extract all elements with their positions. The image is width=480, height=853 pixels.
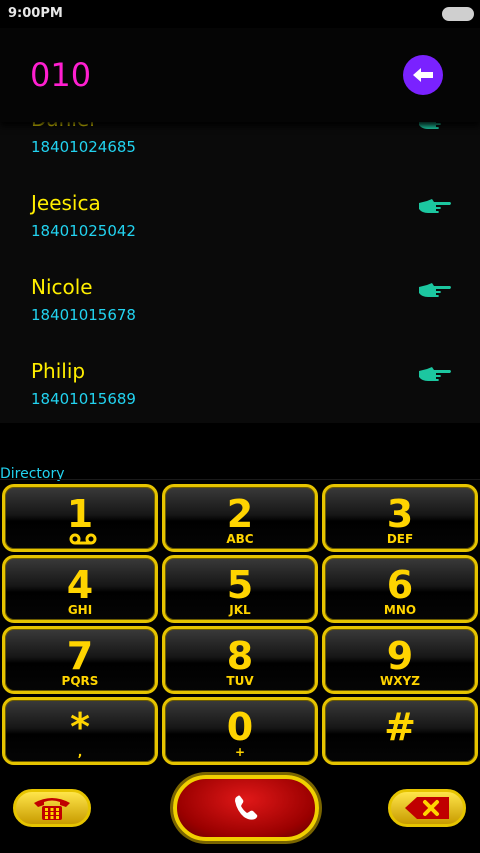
- old-phone-icon: [34, 798, 70, 820]
- key-9[interactable]: 9 WXYZ: [322, 626, 478, 694]
- call-button[interactable]: [173, 775, 319, 841]
- key-digit: 2: [226, 492, 254, 536]
- key-digit: 3: [386, 492, 414, 536]
- key-digit: 0: [226, 705, 254, 749]
- key-2[interactable]: 2 ABC: [162, 484, 318, 552]
- key-letters: ABC: [226, 532, 254, 546]
- key-letters: GHI: [67, 603, 93, 617]
- key-5[interactable]: 5 JKL: [162, 555, 318, 623]
- key-digit: 9: [386, 634, 414, 678]
- key-8[interactable]: 8 TUV: [162, 626, 318, 694]
- back-button[interactable]: [403, 55, 443, 95]
- dial-keypad: 1 2 ABC 3 DEF 4 GHI 5 JKL 6 MNO 7 PQRS 8…: [0, 480, 480, 765]
- contact-name: Philip: [31, 359, 86, 383]
- key-letters: DEF: [386, 532, 414, 546]
- key-letters: TUV: [226, 674, 254, 688]
- key-0[interactable]: 0 +: [162, 697, 318, 765]
- contact-number: 18401015678: [31, 306, 136, 324]
- pointing-hand-icon[interactable]: [418, 365, 452, 383]
- key-letters: PQRS: [61, 674, 99, 688]
- contact-list[interactable]: Daniel 18401024685 Jeesica 18401025042 N…: [0, 100, 480, 423]
- battery-icon: [442, 7, 474, 21]
- backspace-x-icon: [405, 797, 449, 819]
- pointing-hand-icon[interactable]: [418, 281, 452, 299]
- key-letters: ,: [77, 745, 83, 759]
- key-star[interactable]: * ,: [2, 697, 158, 765]
- contact-number: 18401024685: [31, 138, 136, 156]
- status-bar: 9:00PM: [0, 0, 480, 28]
- key-digit: 7: [66, 634, 94, 678]
- pointing-hand-icon[interactable]: [418, 197, 452, 215]
- directory-button[interactable]: [13, 789, 91, 827]
- contact-row[interactable]: Nicole 18401015678: [0, 275, 480, 359]
- contact-number: 18401015689: [31, 390, 136, 408]
- key-4[interactable]: 4 GHI: [2, 555, 158, 623]
- key-letters: JKL: [229, 603, 251, 617]
- key-7[interactable]: 7 PQRS: [2, 626, 158, 694]
- arrow-left-icon: [413, 68, 433, 82]
- status-time: 9:00PM: [8, 6, 63, 21]
- key-6[interactable]: 6 MNO: [322, 555, 478, 623]
- key-digit: #: [384, 705, 416, 749]
- delete-button[interactable]: [388, 789, 466, 827]
- key-digit: 5: [226, 563, 254, 607]
- dial-header: 010: [0, 28, 480, 122]
- key-letters: +: [234, 745, 246, 759]
- key-1[interactable]: 1: [2, 484, 158, 552]
- key-digit: *: [70, 705, 90, 749]
- phone-handset-icon: [235, 795, 258, 820]
- key-digit: 6: [386, 563, 414, 607]
- key-digit: 1: [66, 492, 94, 536]
- key-3[interactable]: 3 DEF: [322, 484, 478, 552]
- contact-number: 18401025042: [31, 222, 136, 240]
- key-letters: MNO: [383, 603, 417, 617]
- contact-row[interactable]: Jeesica 18401025042: [0, 191, 480, 275]
- voicemail-icon: [69, 533, 97, 545]
- contact-name: Jeesica: [31, 191, 101, 215]
- key-hash[interactable]: #: [322, 697, 478, 765]
- action-bar: [0, 766, 480, 853]
- key-digit: 4: [66, 563, 94, 607]
- key-letters: WXYZ: [380, 674, 420, 688]
- dialed-number: 010: [30, 56, 92, 94]
- contact-name: Nicole: [31, 275, 93, 299]
- contact-row[interactable]: Philip 18401015689: [0, 359, 480, 423]
- key-digit: 8: [226, 634, 254, 678]
